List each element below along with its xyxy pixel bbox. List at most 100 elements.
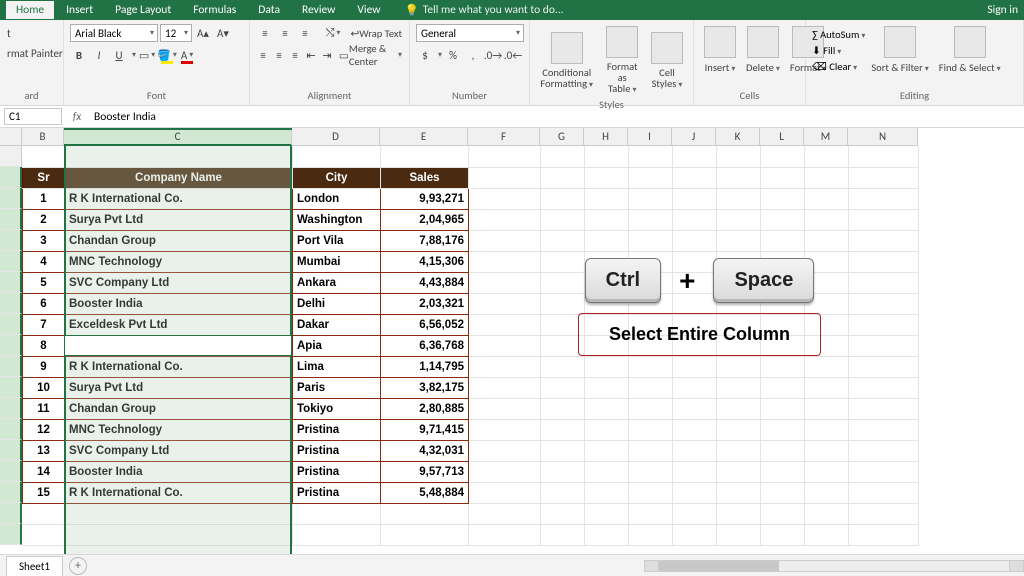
cell-L2[interactable]	[761, 167, 805, 188]
cell-B6[interactable]: 4	[23, 251, 65, 272]
cell-F4[interactable]	[469, 209, 541, 230]
cell-K5[interactable]	[717, 230, 761, 251]
cell-B5[interactable]: 3	[23, 230, 65, 251]
orientation-icon[interactable]: ⤭▾	[324, 24, 342, 42]
row-header-11[interactable]	[0, 356, 22, 377]
cell-C17[interactable]: R K International Co.	[65, 482, 293, 503]
underline-button[interactable]: U	[110, 46, 128, 64]
fx-icon[interactable]: fx	[66, 110, 88, 124]
indent-inc-icon[interactable]: ⇥	[320, 46, 334, 64]
scroll-left-icon[interactable]	[645, 561, 659, 571]
cell-G16[interactable]	[541, 461, 585, 482]
cell-E15[interactable]: 4,32,031	[381, 440, 469, 461]
cell-I19[interactable]	[629, 524, 673, 545]
cell-G15[interactable]	[541, 440, 585, 461]
cell-C13[interactable]: Chandan Group	[65, 398, 293, 419]
cell-D11[interactable]: Lima	[293, 356, 381, 377]
cell-C6[interactable]: MNC Technology	[65, 251, 293, 272]
cell-I4[interactable]	[629, 209, 673, 230]
sort-filter-button[interactable]: Sort & Filter▾	[867, 24, 932, 76]
cell-N9[interactable]	[849, 314, 919, 335]
cell-H13[interactable]	[585, 398, 629, 419]
borders-button[interactable]: ▭▾	[138, 46, 156, 64]
cell-F6[interactable]	[469, 251, 541, 272]
cell-M19[interactable]	[805, 524, 849, 545]
number-format-combo[interactable]: General	[416, 24, 524, 42]
cell-G2[interactable]	[541, 167, 585, 188]
cell-I12[interactable]	[629, 377, 673, 398]
cell-L17[interactable]	[761, 482, 805, 503]
cut-button[interactable]: t	[6, 24, 62, 42]
row-header-18[interactable]	[0, 503, 22, 524]
cell-N11[interactable]	[849, 356, 919, 377]
column-headers[interactable]: BCDEFGHIJKLMN	[22, 128, 918, 146]
cell-H3[interactable]	[585, 188, 629, 209]
cell-H19[interactable]	[585, 524, 629, 545]
row-header-14[interactable]	[0, 419, 22, 440]
cell-B13[interactable]: 11	[23, 398, 65, 419]
cell-C12[interactable]: Surya Pvt Ltd	[65, 377, 293, 398]
cell-B14[interactable]: 12	[23, 419, 65, 440]
cell-H15[interactable]	[585, 440, 629, 461]
align-middle-icon[interactable]: ≡	[276, 24, 294, 42]
cell-C5[interactable]: Chandan Group	[65, 230, 293, 251]
row-header-3[interactable]	[0, 188, 22, 209]
merge-center-button[interactable]: ▭ Merge & Center▾	[338, 46, 403, 64]
scrollbar-thumb[interactable]	[659, 561, 779, 571]
sheet-tab-sheet1[interactable]: Sheet1	[6, 556, 63, 576]
cell-F3[interactable]	[469, 188, 541, 209]
row-header-4[interactable]	[0, 209, 22, 230]
cell-E8[interactable]: 2,03,321	[381, 293, 469, 314]
cell-M12[interactable]	[805, 377, 849, 398]
cell-N16[interactable]	[849, 461, 919, 482]
cell-K19[interactable]	[717, 524, 761, 545]
cell-L11[interactable]	[761, 356, 805, 377]
cell-M11[interactable]	[805, 356, 849, 377]
cell-F19[interactable]	[469, 524, 541, 545]
cell-K4[interactable]	[717, 209, 761, 230]
wrap-text-button[interactable]: ↩ Wrap Text	[349, 24, 403, 42]
cell-B2[interactable]: Sr	[23, 167, 65, 188]
cell-K16[interactable]	[717, 461, 761, 482]
cell-K15[interactable]	[717, 440, 761, 461]
cell-M3[interactable]	[805, 188, 849, 209]
cell-L15[interactable]	[761, 440, 805, 461]
cell-D3[interactable]: London	[293, 188, 381, 209]
cell-F14[interactable]	[469, 419, 541, 440]
cell-I13[interactable]	[629, 398, 673, 419]
cell-F8[interactable]	[469, 293, 541, 314]
cell-D4[interactable]: Washington	[293, 209, 381, 230]
row-header-17[interactable]	[0, 482, 22, 503]
cell-N8[interactable]	[849, 293, 919, 314]
cell-N6[interactable]	[849, 251, 919, 272]
cell-D14[interactable]: Pristina	[293, 419, 381, 440]
column-header-L[interactable]: L	[760, 128, 804, 146]
cell-C8[interactable]: Booster India	[65, 293, 293, 314]
cell-C19[interactable]	[65, 524, 293, 545]
cell-M18[interactable]	[805, 503, 849, 524]
cell-C4[interactable]: Surya Pvt Ltd	[65, 209, 293, 230]
cell-K12[interactable]	[717, 377, 761, 398]
cell-E11[interactable]: 1,14,795	[381, 356, 469, 377]
cell-B18[interactable]	[23, 503, 65, 524]
column-header-B[interactable]: B	[22, 128, 64, 146]
format-as-table-button[interactable]: Format as Table▾	[599, 24, 645, 96]
cell-N5[interactable]	[849, 230, 919, 251]
ribbon-tab-page-layout[interactable]: Page Layout	[105, 1, 181, 19]
cell-I2[interactable]	[629, 167, 673, 188]
ribbon-tab-view[interactable]: View	[347, 1, 390, 19]
align-top-icon[interactable]: ≡	[256, 24, 274, 42]
formula-input[interactable]: Booster India	[88, 109, 1024, 125]
cell-H11[interactable]	[585, 356, 629, 377]
column-header-G[interactable]: G	[540, 128, 584, 146]
cell-C18[interactable]	[65, 503, 293, 524]
cell-L14[interactable]	[761, 419, 805, 440]
row-header-12[interactable]	[0, 377, 22, 398]
cell-J17[interactable]	[673, 482, 717, 503]
cell-C10[interactable]: Booster India	[65, 335, 293, 356]
cell-D18[interactable]	[293, 503, 381, 524]
cell-M14[interactable]	[805, 419, 849, 440]
indent-dec-icon[interactable]: ⇤	[304, 46, 318, 64]
column-header-J[interactable]: J	[672, 128, 716, 146]
cell-F12[interactable]	[469, 377, 541, 398]
